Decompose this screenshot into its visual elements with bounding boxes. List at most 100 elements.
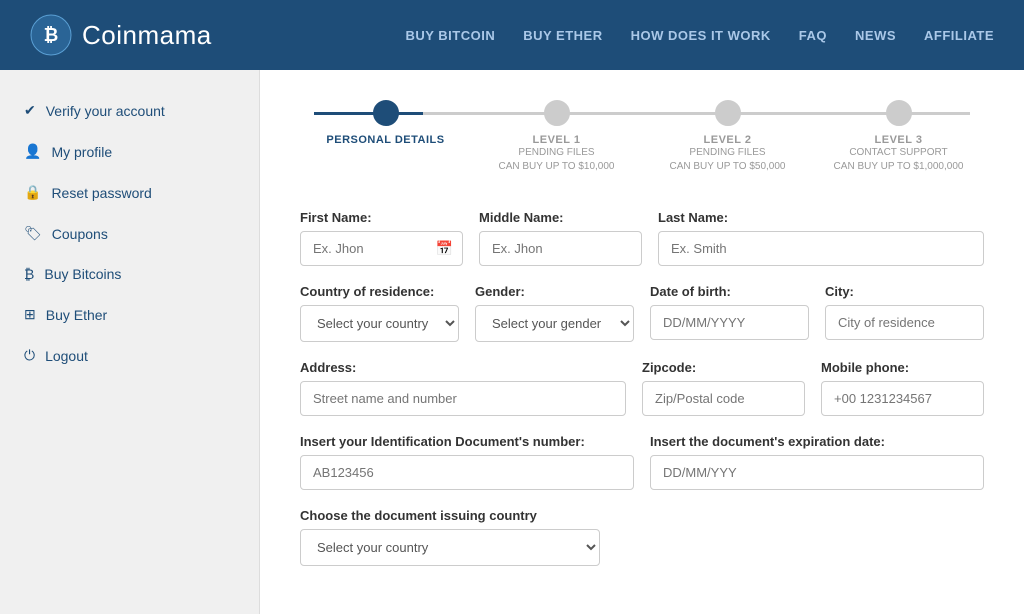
- id-doc-label: Insert your Identification Document's nu…: [300, 434, 634, 449]
- sidebar-label-verify-account: Verify your account: [46, 103, 165, 119]
- sidebar-label-buy-bitcoins: Buy Bitcoins: [44, 266, 121, 282]
- sidebar: ✔ Verify your account 👤 My profile 🔒 Res…: [0, 70, 260, 614]
- step-circle-3: [715, 100, 741, 126]
- dob-label: Date of birth:: [650, 284, 809, 299]
- svg-text:₿: ₿: [44, 25, 59, 45]
- city-input[interactable]: [825, 305, 984, 340]
- sidebar-item-my-profile[interactable]: 👤 My profile: [0, 131, 259, 172]
- form-group-issuing-country: Choose the document issuing country Sele…: [300, 508, 600, 566]
- address-label: Address:: [300, 360, 626, 375]
- form-row-details: Country of residence: Select your countr…: [300, 284, 984, 342]
- nav-buy-ether[interactable]: BUY ETHER: [523, 28, 602, 43]
- lock-icon: 🔒: [24, 184, 41, 201]
- form-row-id: Insert your Identification Document's nu…: [300, 434, 984, 490]
- nav-affiliate[interactable]: AFFILIATE: [924, 28, 994, 43]
- country-label: Country of residence:: [300, 284, 459, 299]
- person-icon: 👤: [24, 143, 41, 160]
- main-nav: BUY BITCOIN BUY ETHER HOW DOES IT WORK F…: [405, 28, 994, 43]
- sidebar-label-coupons: Coupons: [52, 226, 108, 242]
- step-sublabel-3a: PENDING FILES: [689, 146, 765, 160]
- step-sublabel-2a: PENDING FILES: [518, 146, 594, 160]
- form-group-id-doc: Insert your Identification Document's nu…: [300, 434, 634, 490]
- step-circle-4: [886, 100, 912, 126]
- sidebar-item-coupons[interactable]: 🏷 Coupons: [0, 213, 259, 254]
- form-group-gender: Gender: Select your gender: [475, 284, 634, 342]
- step-sublabel-4a: CONTACT SUPPORT: [849, 146, 947, 160]
- step-label-2: LEVEL 1: [533, 134, 581, 146]
- step-personal-details: PERSONAL DETAILS: [300, 100, 471, 146]
- gender-label: Gender:: [475, 284, 634, 299]
- nav-how-does-it-work[interactable]: HOW DOES IT WORK: [631, 28, 771, 43]
- zipcode-label: Zipcode:: [642, 360, 805, 375]
- step-label-4: LEVEL 3: [875, 134, 923, 146]
- gender-select[interactable]: Select your gender: [475, 305, 634, 342]
- ether-icon: ⊞: [24, 306, 36, 323]
- form-group-middle-name: Middle Name:: [479, 210, 642, 266]
- sidebar-item-reset-password[interactable]: 🔒 Reset password: [0, 172, 259, 213]
- id-expiry-label: Insert the document's expiration date:: [650, 434, 984, 449]
- step-circle-2: [544, 100, 570, 126]
- step-sublabel-4b: CAN BUY UP TO $1,000,000: [834, 160, 964, 174]
- logo-icon: ₿: [30, 14, 72, 56]
- mobile-label: Mobile phone:: [821, 360, 984, 375]
- city-label: City:: [825, 284, 984, 299]
- first-name-label: First Name:: [300, 210, 463, 225]
- id-doc-input[interactable]: [300, 455, 634, 490]
- nav-news[interactable]: NEWS: [855, 28, 896, 43]
- dob-input[interactable]: [650, 305, 809, 340]
- form-row-address: Address: Zipcode: Mobile phone:: [300, 360, 984, 416]
- logo-text: Coinmama: [82, 20, 212, 51]
- nav-buy-bitcoin[interactable]: BUY BITCOIN: [405, 28, 495, 43]
- form-group-address: Address:: [300, 360, 626, 416]
- form-group-country: Country of residence: Select your countr…: [300, 284, 459, 342]
- form-group-city: City:: [825, 284, 984, 342]
- mobile-input[interactable]: [821, 381, 984, 416]
- bitcoin-icon: ₿: [24, 266, 34, 282]
- layout: ✔ Verify your account 👤 My profile 🔒 Res…: [0, 70, 1024, 614]
- logo-light: mama: [137, 20, 211, 50]
- sidebar-label-my-profile: My profile: [51, 144, 112, 160]
- form-row-issuing-country: Choose the document issuing country Sele…: [300, 508, 984, 566]
- form-group-zipcode: Zipcode:: [642, 360, 805, 416]
- sidebar-item-logout[interactable]: ⏻ Logout: [0, 335, 259, 376]
- check-icon: ✔: [24, 102, 36, 119]
- tag-icon: 🏷: [24, 225, 42, 242]
- form-group-first-name: First Name: 📅: [300, 210, 463, 266]
- issuing-country-label: Choose the document issuing country: [300, 508, 600, 523]
- middle-name-input[interactable]: [479, 231, 642, 266]
- sidebar-item-verify-account[interactable]: ✔ Verify your account: [0, 90, 259, 131]
- form-group-dob: Date of birth:: [650, 284, 809, 342]
- step-label-3: LEVEL 2: [704, 134, 752, 146]
- issuing-country-select[interactable]: Select your country: [300, 529, 600, 566]
- step-circle-1: [373, 100, 399, 126]
- logout-icon: ⏻: [24, 347, 35, 364]
- progress-bar: PERSONAL DETAILS LEVEL 1 PENDING FILES C…: [300, 100, 984, 174]
- form-row-names: First Name: 📅 Middle Name: Last Name:: [300, 210, 984, 266]
- step-level1: LEVEL 1 PENDING FILES CAN BUY UP TO $10,…: [471, 100, 642, 174]
- step-label-1: PERSONAL DETAILS: [326, 134, 444, 146]
- sidebar-item-buy-bitcoins[interactable]: ₿ Buy Bitcoins: [0, 254, 259, 294]
- main-content: PERSONAL DETAILS LEVEL 1 PENDING FILES C…: [260, 70, 1024, 614]
- personal-details-form: First Name: 📅 Middle Name: Last Name:: [300, 210, 984, 566]
- address-input[interactable]: [300, 381, 626, 416]
- form-group-last-name: Last Name:: [658, 210, 984, 266]
- country-select[interactable]: Select your country: [300, 305, 459, 342]
- first-name-input[interactable]: [300, 231, 463, 266]
- step-sublabel-2b: CAN BUY UP TO $10,000: [499, 160, 615, 174]
- nav-faq[interactable]: FAQ: [799, 28, 827, 43]
- step-sublabel-3b: CAN BUY UP TO $50,000: [670, 160, 786, 174]
- first-name-input-wrapper: 📅: [300, 231, 463, 266]
- logo-bold: Coin: [82, 20, 137, 50]
- id-expiry-input[interactable]: [650, 455, 984, 490]
- last-name-input[interactable]: [658, 231, 984, 266]
- sidebar-label-logout: Logout: [45, 348, 88, 364]
- sidebar-label-buy-ether: Buy Ether: [46, 307, 107, 323]
- logo-area: ₿ Coinmama: [30, 14, 405, 56]
- step-level3: LEVEL 3 CONTACT SUPPORT CAN BUY UP TO $1…: [813, 100, 984, 174]
- sidebar-item-buy-ether[interactable]: ⊞ Buy Ether: [0, 294, 259, 335]
- zipcode-input[interactable]: [642, 381, 805, 416]
- last-name-label: Last Name:: [658, 210, 984, 225]
- form-group-mobile: Mobile phone:: [821, 360, 984, 416]
- middle-name-label: Middle Name:: [479, 210, 642, 225]
- sidebar-label-reset-password: Reset password: [51, 185, 151, 201]
